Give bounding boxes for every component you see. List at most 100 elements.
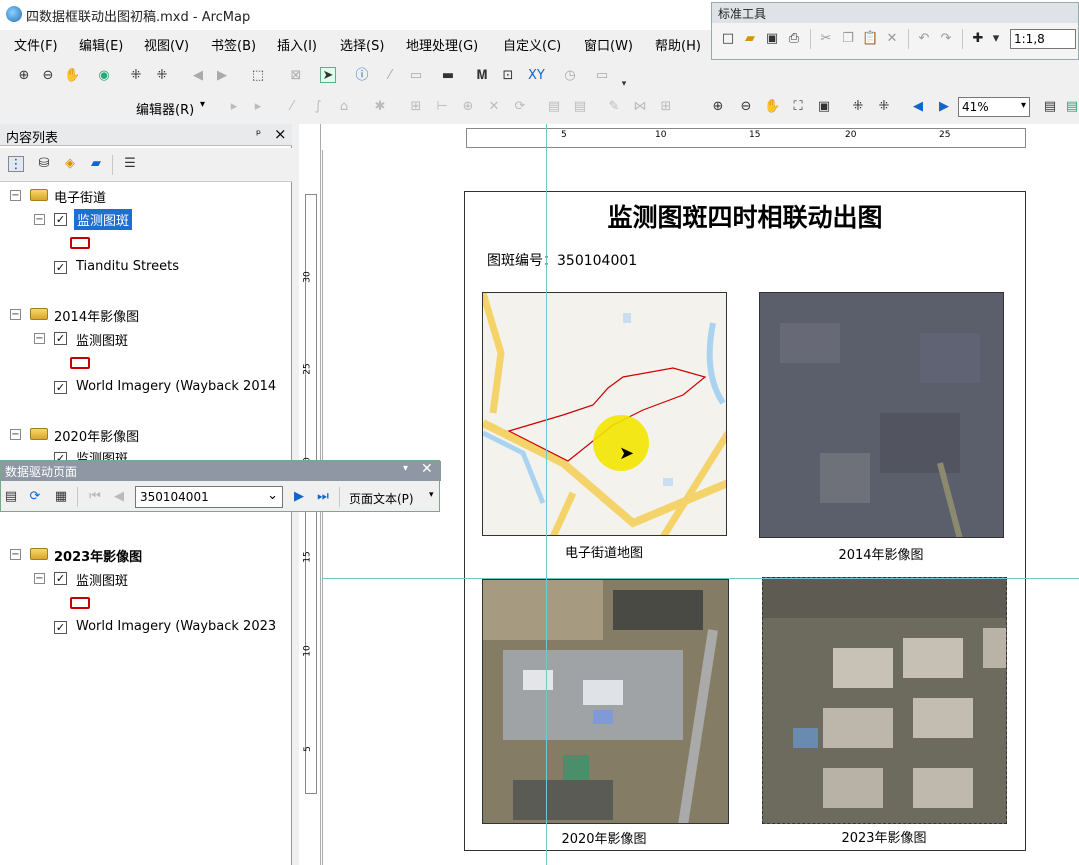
vertex-icon[interactable]: ⊞ xyxy=(408,99,424,115)
menu-selection[interactable]: 选择(S) xyxy=(340,35,384,54)
rotate-icon[interactable]: ⟳ xyxy=(512,99,528,115)
visibility-checkbox[interactable]: ✓ xyxy=(54,261,67,274)
scale-input[interactable]: 1:1,8 xyxy=(1010,29,1076,49)
collapse-icon[interactable]: − xyxy=(34,214,45,225)
measure-icon[interactable]: ▬ xyxy=(440,68,456,84)
menu-help[interactable]: 帮助(H) xyxy=(655,35,701,54)
chevron-down-icon[interactable]: ▾ xyxy=(988,31,1004,47)
menu-bookmarks[interactable]: 书签(B) xyxy=(211,35,256,54)
straight-segment-icon[interactable]: ⁄ xyxy=(284,99,300,115)
collapse-icon[interactable]: − xyxy=(10,190,21,201)
construct-icon[interactable]: ⌂ xyxy=(336,99,352,115)
go-back-extent-icon[interactable]: ◀ xyxy=(910,99,926,115)
zoom-whole-page-icon[interactable]: ⛶ xyxy=(790,99,806,115)
toc-group-2014[interactable]: 2014年影像图 xyxy=(54,306,139,325)
toc-layer-monitor[interactable]: 监测图斑 xyxy=(76,570,128,589)
go-forward-extent-icon[interactable]: ▶ xyxy=(936,99,952,115)
toc-layer-monitor-selected[interactable]: 监测图斑 xyxy=(74,209,133,230)
menu-insert[interactable]: 插入(I) xyxy=(277,35,317,54)
route-icon[interactable]: ⊡ xyxy=(500,68,516,84)
close-icon[interactable]: × xyxy=(274,125,287,143)
caption-2023[interactable]: 2023年影像图 xyxy=(762,827,1006,846)
layout-title[interactable]: 监测图斑四时相联动出图 xyxy=(465,198,1025,234)
collapse-icon[interactable]: − xyxy=(10,309,21,320)
collapse-icon[interactable]: − xyxy=(10,429,21,440)
page-text-menu[interactable]: 页面文本(P) xyxy=(349,490,414,507)
list-by-visibility-icon[interactable]: ◈ xyxy=(62,156,78,172)
list-by-drawing-order-icon[interactable]: ⋮ xyxy=(8,156,24,172)
toolbar-options-icon[interactable]: ▾ xyxy=(616,76,632,92)
html-popup-icon[interactable]: ⁄ xyxy=(382,68,398,84)
focus-frame-icon[interactable]: ▤ xyxy=(1064,99,1079,115)
create-features-icon[interactable]: ✎ xyxy=(606,99,622,115)
map-frame-street[interactable]: ➤ xyxy=(482,292,727,536)
select-elements-icon[interactable]: ➤ xyxy=(320,67,336,83)
find-icon[interactable]: 𝐌 xyxy=(474,68,490,84)
editor-menu[interactable]: 编辑器(R) xyxy=(136,99,194,118)
caption-street[interactable]: 电子街道地图 xyxy=(482,542,726,561)
close-icon[interactable]: ✕ xyxy=(421,461,433,477)
snapping-icon[interactable]: ⊞ xyxy=(658,99,674,115)
map-frame-2014[interactable] xyxy=(759,292,1004,538)
menu-file[interactable]: 文件(F) xyxy=(14,35,58,54)
print-icon[interactable]: ⎙ xyxy=(786,31,802,47)
toggle-draft-icon[interactable]: ▤ xyxy=(1042,99,1058,115)
menu-window[interactable]: 窗口(W) xyxy=(584,35,633,54)
clear-selection-icon[interactable]: ⊠ xyxy=(288,68,304,84)
forward-icon[interactable]: ▶ xyxy=(214,68,230,84)
visibility-checkbox[interactable]: ✓ xyxy=(54,621,67,634)
zoom-100-icon[interactable]: ▣ xyxy=(816,99,832,115)
visibility-checkbox[interactable]: ✓ xyxy=(54,381,67,394)
toc-layer-tianditu[interactable]: Tianditu Streets xyxy=(76,259,179,274)
visibility-checkbox[interactable]: ✓ xyxy=(54,213,67,226)
add-data-icon[interactable]: ✚ xyxy=(970,31,986,47)
menu-edit[interactable]: 编辑(E) xyxy=(79,35,123,54)
zoom-in-icon[interactable]: ⊕ xyxy=(16,68,32,84)
reshape-icon[interactable]: ⊢ xyxy=(434,99,450,115)
menu-customize[interactable]: 自定义(C) xyxy=(503,35,561,54)
toc-layer-wayback-2023[interactable]: World Imagery (Wayback 2023 xyxy=(76,619,288,634)
toc-group-2023[interactable]: 2023年影像图 xyxy=(54,546,142,565)
setup-pages-icon[interactable]: ▤ xyxy=(3,489,19,505)
collapse-icon[interactable]: − xyxy=(10,549,21,560)
edit-annotation-icon[interactable]: ▸ xyxy=(250,99,266,115)
edit-tool-icon[interactable]: ▸ xyxy=(226,99,242,115)
list-by-source-icon[interactable]: ⛁ xyxy=(36,156,52,172)
previous-page-icon[interactable]: ◀ xyxy=(111,489,127,505)
save-icon[interactable]: ▣ xyxy=(764,31,780,47)
open-icon[interactable]: ▰ xyxy=(742,31,758,47)
horizontal-guide[interactable] xyxy=(322,578,1079,579)
fixed-zoom-in-icon[interactable]: ⁜ xyxy=(128,68,144,84)
map-frame-2020[interactable] xyxy=(482,579,729,824)
hyperlink-icon[interactable]: ▭ xyxy=(408,68,424,84)
pin-icon[interactable]: ᵖ xyxy=(256,127,261,141)
full-extent-icon[interactable]: ◉ xyxy=(96,68,112,84)
back-icon[interactable]: ◀ xyxy=(190,68,206,84)
select-features-icon[interactable]: ⬚ xyxy=(250,68,266,84)
toc-layer-wayback-2014[interactable]: World Imagery (Wayback 2014 xyxy=(76,379,288,394)
split-icon[interactable]: ⊕ xyxy=(460,99,476,115)
toc-layer-monitor[interactable]: 监测图斑 xyxy=(76,330,128,349)
toc-group-street[interactable]: 电子街道 xyxy=(54,187,106,206)
chevron-down-icon[interactable]: ▾ xyxy=(200,99,205,110)
new-icon[interactable]: □ xyxy=(720,31,736,47)
sketch-icon[interactable]: ✱ xyxy=(372,99,388,115)
redo-icon[interactable]: ↷ xyxy=(938,31,954,47)
last-page-icon[interactable]: ⏭ xyxy=(315,489,331,505)
cut-icon[interactable]: ✂ xyxy=(818,31,834,47)
viewer-icon[interactable]: ▭ xyxy=(594,68,610,84)
layout-zoom-out-icon[interactable]: ⊖ xyxy=(738,99,754,115)
curve-icon[interactable]: ∫ xyxy=(310,99,326,115)
identify-icon[interactable]: ⓘ xyxy=(354,68,370,84)
visibility-checkbox[interactable]: ✓ xyxy=(54,332,67,345)
undo-icon[interactable]: ↶ xyxy=(916,31,932,47)
next-page-icon[interactable]: ▶ xyxy=(291,489,307,505)
chevron-down-icon[interactable]: ▾ xyxy=(1021,100,1026,111)
first-page-icon[interactable]: ⏮ xyxy=(87,489,103,505)
caption-2020[interactable]: 2020年影像图 xyxy=(482,828,726,847)
layout-zoom-in-icon[interactable]: ⊕ xyxy=(710,99,726,115)
menu-geoprocessing[interactable]: 地理处理(G) xyxy=(406,35,478,54)
cut-polygon-icon[interactable]: ✕ xyxy=(486,99,502,115)
refresh-pages-icon[interactable]: ⟳ xyxy=(27,489,43,505)
collapse-icon[interactable]: − xyxy=(34,333,45,344)
